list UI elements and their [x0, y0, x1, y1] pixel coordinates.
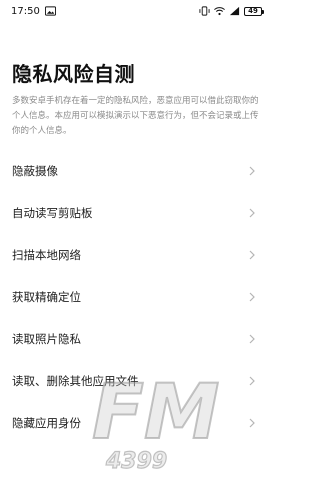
- page-description: 多数安卓手机存在着一定的隐私风险，恶意应用可以借此窃取你的个人信息。本应用可以模…: [12, 96, 259, 136]
- status-right: 49: [199, 6, 264, 16]
- chevron-right-icon: [249, 208, 255, 218]
- chevron-right-icon: [249, 250, 255, 260]
- chevron-right-icon: [249, 292, 255, 302]
- list-item-clipboard[interactable]: 自动读写剪贴板: [0, 192, 270, 234]
- list-item-label: 获取精确定位: [12, 290, 81, 304]
- chevron-right-icon: [249, 376, 255, 386]
- status-time: 17:50: [11, 5, 40, 17]
- list-item-label: 隐蔽摄像: [12, 164, 58, 178]
- watermark-number: 4399: [105, 449, 167, 472]
- list-item-hide-app-identity[interactable]: 隐藏应用身份: [0, 402, 270, 444]
- image-icon: [44, 6, 56, 16]
- list-item-label: 读取照片隐私: [12, 332, 81, 346]
- battery-indicator: 49: [244, 6, 264, 16]
- list-item-network-scan[interactable]: 扫描本地网络: [0, 234, 270, 276]
- vibrate-icon: [199, 6, 210, 16]
- chevron-right-icon: [249, 418, 255, 428]
- signal-icon: [229, 6, 240, 16]
- test-list: 隐蔽摄像 自动读写剪贴板 扫描本地网络 获取精确定位 读取照片隐私 读取、删除其…: [0, 150, 270, 444]
- list-item-hidden-camera[interactable]: 隐蔽摄像: [0, 150, 270, 192]
- wifi-icon: [214, 7, 225, 16]
- status-bar: 17:50 49: [0, 0, 270, 22]
- page-title: 隐私风险自测: [12, 62, 135, 86]
- list-item-photo-privacy[interactable]: 读取照片隐私: [0, 318, 270, 360]
- battery-level: 49: [248, 6, 258, 15]
- status-left: 17:50: [11, 6, 56, 17]
- list-item-label: 自动读写剪贴板: [12, 206, 93, 220]
- list-item-label: 隐藏应用身份: [12, 416, 81, 430]
- list-item-precise-location[interactable]: 获取精确定位: [0, 276, 270, 318]
- list-item-other-app-files[interactable]: 读取、删除其他应用文件: [0, 360, 270, 402]
- chevron-right-icon: [249, 334, 255, 344]
- list-item-label: 扫描本地网络: [12, 248, 81, 262]
- list-item-label: 读取、删除其他应用文件: [12, 374, 139, 388]
- chevron-right-icon: [249, 166, 255, 176]
